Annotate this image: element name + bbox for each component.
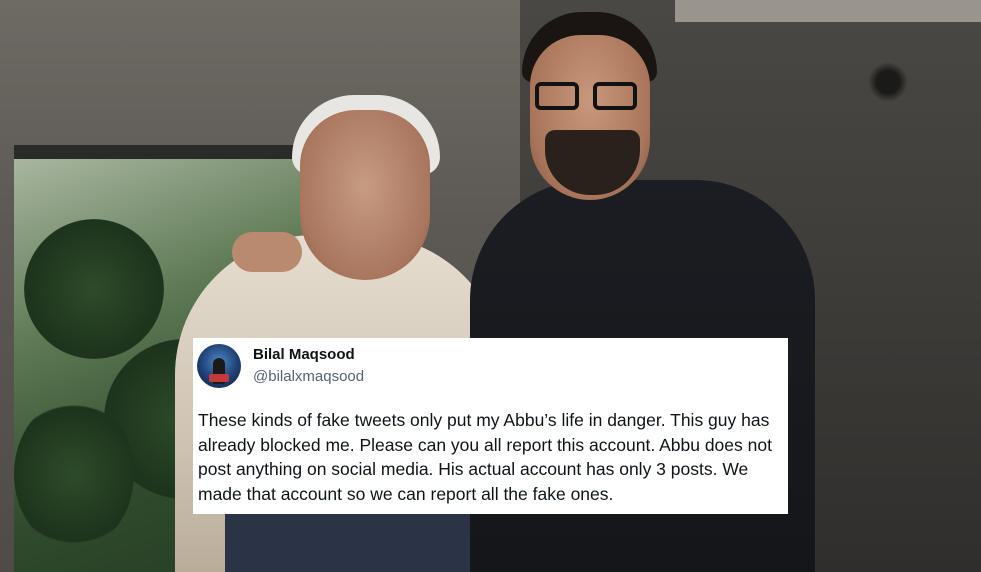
foliage bbox=[14, 399, 134, 549]
tweet-card: Bilal Maqsood @bilalxmaqsood These kinds… bbox=[193, 338, 788, 514]
tweet-display-name[interactable]: Bilal Maqsood bbox=[253, 346, 355, 363]
glasses-icon bbox=[533, 82, 641, 112]
arm-on-shoulder bbox=[232, 232, 302, 272]
tweet-handle[interactable]: @bilalxmaqsood bbox=[253, 368, 364, 385]
ceiling-beam bbox=[675, 0, 981, 22]
older-man-face bbox=[300, 110, 430, 280]
tweet-body: These kinds of fake tweets only put my A… bbox=[198, 410, 772, 504]
ceiling-lamp bbox=[868, 62, 908, 102]
foliage bbox=[24, 219, 164, 359]
avatar[interactable] bbox=[197, 344, 241, 388]
avatar-accent bbox=[209, 374, 229, 382]
